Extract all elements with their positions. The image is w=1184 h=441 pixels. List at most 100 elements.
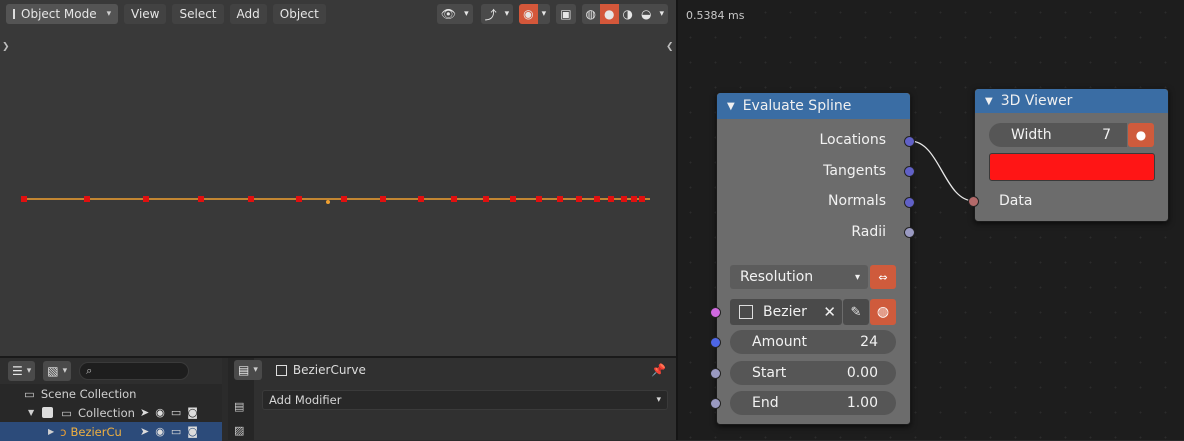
checkbox-icon[interactable]	[42, 407, 54, 418]
curve-control-point[interactable]	[536, 196, 542, 202]
monitor-icon[interactable]: ▭	[171, 406, 181, 419]
object-toggles: ➤ ◉ ▭ ◙	[140, 425, 198, 438]
end-input-socket[interactable]	[710, 398, 721, 409]
data-input-label: Data	[999, 193, 1033, 209]
3d-viewer-node[interactable]: ▼ 3D Viewer Width 7 ● Data	[974, 88, 1169, 222]
outliner-row-collection[interactable]: ▼ ▭ Collection ➤ ◉ ▭ ◙	[0, 403, 222, 422]
start-value: 0.00	[846, 365, 878, 381]
evaluate-spline-node[interactable]: ▼ Evaluate Spline Locations Tangents Nor…	[716, 92, 911, 425]
curve-control-point[interactable]	[341, 196, 347, 202]
curve-icon: ↄ	[60, 424, 67, 439]
start-input-socket[interactable]	[710, 368, 721, 379]
output-radii: Radii	[851, 224, 886, 240]
curve-control-point[interactable]	[608, 196, 614, 202]
end-field[interactable]: End 1.00	[730, 391, 896, 415]
curve-control-point[interactable]	[248, 196, 254, 202]
amount-input-socket[interactable]	[710, 337, 721, 348]
record-toggle-icon[interactable]: ●	[1128, 123, 1154, 147]
curve-control-point[interactable]	[296, 196, 302, 202]
properties-header: ▤ ▾ BezierCurve 📌	[228, 358, 676, 382]
start-field[interactable]: Start 0.00	[730, 361, 896, 385]
output-normals: Normals	[828, 193, 886, 209]
curve-control-point[interactable]	[143, 196, 149, 202]
editor-type-button[interactable]: ▤ ▾	[234, 360, 262, 380]
width-field[interactable]: Width 7	[989, 123, 1127, 147]
output-locations: Locations	[819, 132, 886, 148]
expand-icon[interactable]: ▼	[28, 408, 34, 417]
curve-control-point[interactable]	[621, 196, 627, 202]
end-label: End	[752, 395, 779, 411]
curve-control-point[interactable]	[510, 196, 516, 202]
output-tangents: Tangents	[823, 163, 886, 179]
outliner-row-beziercurve[interactable]: ▶ ↄ BezierCurve ➤ ◉ ▭ ◙	[0, 422, 222, 441]
eye-icon[interactable]: ◉	[155, 425, 165, 438]
filter-button[interactable]: ▧ ▾	[43, 361, 72, 381]
node-title: 3D Viewer	[1000, 93, 1073, 109]
collapse-icon[interactable]: ▼	[985, 96, 993, 107]
data-input-socket[interactable]	[968, 196, 979, 207]
curve-control-point[interactable]	[380, 196, 386, 202]
amount-field[interactable]: Amount 24	[730, 330, 896, 354]
object-name: BezierCurve	[292, 363, 366, 377]
radii-output-socket[interactable]	[904, 227, 915, 238]
expand-icon[interactable]: ▶	[48, 427, 54, 436]
chevron-down-icon: ▾	[656, 395, 661, 405]
outliner-row-scene-collection[interactable]: ▭ Scene Collection	[0, 384, 222, 403]
curve-control-point[interactable]	[576, 196, 582, 202]
locations-to-data-link	[909, 140, 975, 202]
tangents-output-socket[interactable]	[904, 166, 915, 177]
curve-control-point[interactable]	[451, 196, 457, 202]
collection-label: Collection	[78, 405, 135, 420]
camera-icon[interactable]: ◙	[187, 425, 198, 438]
node-header[interactable]: ▼ 3D Viewer	[975, 89, 1168, 113]
collapse-icon[interactable]: ▼	[727, 101, 735, 112]
add-modifier-label: Add Modifier	[269, 393, 342, 407]
clear-icon[interactable]: ✕	[823, 303, 836, 321]
curve-control-point[interactable]	[418, 196, 424, 202]
display-mode-button[interactable]: ☰ ▾	[8, 361, 36, 381]
object-origin	[326, 200, 330, 204]
viewport-canvas	[21, 196, 650, 204]
add-modifier-dropdown[interactable]: Add Modifier ▾	[262, 390, 668, 410]
select-icon[interactable]: ➤	[140, 406, 149, 419]
tab-render[interactable]: ▤	[234, 400, 244, 413]
node-title: Evaluate Spline	[742, 98, 852, 114]
curve-control-point[interactable]	[594, 196, 600, 202]
start-label: Start	[752, 365, 787, 381]
curve-control-point[interactable]	[639, 196, 645, 202]
node-header[interactable]: ▼ Evaluate Spline	[717, 93, 910, 119]
curve-control-point[interactable]	[198, 196, 204, 202]
end-value: 1.00	[846, 395, 878, 411]
object-icon	[739, 305, 753, 319]
search-input[interactable]: ⌕	[79, 362, 190, 380]
eyedropper-icon[interactable]: ✎	[843, 299, 869, 325]
curve-control-point[interactable]	[557, 196, 563, 202]
tab-output[interactable]: ▨	[234, 424, 244, 437]
vectorize-toggle-icon[interactable]: ⇔	[870, 265, 896, 289]
normals-output-socket[interactable]	[904, 197, 915, 208]
color-field[interactable]	[989, 153, 1155, 181]
camera-icon[interactable]: ◙	[187, 406, 198, 419]
scene-collection-icon: ▭	[24, 386, 35, 401]
eye-icon[interactable]: ◉	[155, 406, 165, 419]
width-value: 7	[1102, 127, 1111, 143]
beziercurve-label: BezierCurve	[70, 424, 122, 439]
select-icon[interactable]: ➤	[140, 425, 149, 438]
curve-control-point[interactable]	[84, 196, 90, 202]
3d-viewport[interactable]: Object Mode ▾ View Select Add Object 👁 ▾…	[0, 0, 676, 356]
curve-control-point[interactable]	[21, 196, 27, 202]
object-input-socket[interactable]	[710, 307, 721, 318]
mode-dropdown[interactable]: Resolution ▾	[730, 265, 868, 289]
world-space-icon[interactable]: ◍	[870, 299, 896, 325]
monitor-icon[interactable]: ▭	[171, 425, 181, 438]
node-editor[interactable]: 0.5384 ms ▼ Evaluate Spline Locations Ta…	[678, 0, 1184, 440]
curve-control-point[interactable]	[483, 196, 489, 202]
outliner[interactable]: ☰ ▾ ▧ ▾ ⌕ ▭ Scene Collection ▼ ▭ Collect…	[0, 358, 222, 441]
locations-output-socket[interactable]	[904, 136, 915, 147]
object-icon	[275, 364, 287, 376]
properties-editor[interactable]: ▤ ▨ ▤ ▾ BezierCurve 📌 Add Modifier ▾	[228, 358, 676, 440]
curve-control-point[interactable]	[631, 196, 637, 202]
object-field[interactable]: Bezier ✕	[730, 299, 842, 325]
amount-label: Amount	[752, 334, 808, 350]
pin-icon[interactable]: 📌	[651, 363, 666, 377]
